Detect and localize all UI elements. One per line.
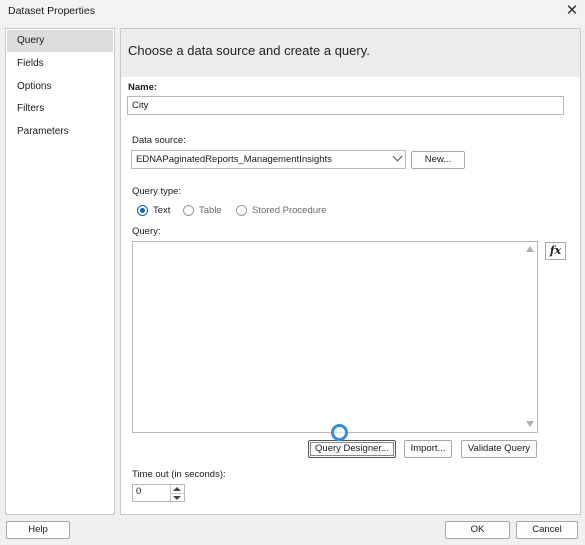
stepper-up-icon[interactable] (173, 487, 181, 491)
radio-text[interactable] (137, 205, 148, 216)
scroll-up-icon[interactable] (526, 246, 534, 252)
query-type-label: Query type: (132, 186, 182, 197)
chevron-down-icon (392, 151, 403, 162)
nav-item-options[interactable]: Options (7, 76, 113, 98)
query-label: Query: (132, 226, 161, 237)
validate-query-button[interactable]: Validate Query (461, 440, 537, 458)
data-source-label: Data source: (132, 135, 186, 146)
nav-item-query[interactable]: Query (7, 30, 113, 52)
page-title: Choose a data source and create a query. (128, 43, 370, 58)
query-scrollbar[interactable] (523, 242, 537, 432)
query-textarea[interactable] (132, 241, 538, 433)
close-icon[interactable]: ✕ (562, 2, 582, 20)
timeout-value: 0 (136, 486, 142, 497)
nav-item-filters[interactable]: Filters (7, 98, 113, 120)
help-button[interactable]: Help (6, 521, 70, 539)
nav-item-parameters[interactable]: Parameters (7, 121, 113, 143)
cancel-button[interactable]: Cancel (516, 521, 578, 539)
stepper-down-icon[interactable] (173, 496, 181, 500)
nav-panel: Query Fields Options Filters Parameters (5, 28, 115, 515)
ok-button[interactable]: OK (445, 521, 510, 539)
data-source-select[interactable]: EDNAPaginatedReports_ManagementInsights (131, 150, 406, 169)
new-data-source-button[interactable]: New... (411, 151, 465, 169)
scroll-down-icon[interactable] (526, 421, 534, 427)
query-designer-button[interactable]: Query Designer... (308, 440, 396, 458)
name-label: Name: (128, 82, 158, 93)
radio-text-label: Text (153, 205, 171, 216)
stepper-divider (171, 493, 184, 494)
radio-stored-procedure-label: Stored Procedure (252, 205, 327, 216)
cursor-indicator (331, 424, 348, 441)
nav-item-fields[interactable]: Fields (7, 53, 113, 75)
radio-stored-procedure[interactable] (236, 205, 247, 216)
radio-table-label: Table (199, 205, 222, 216)
window-title: Dataset Properties (8, 5, 95, 17)
expression-fx-button[interactable]: fx (545, 242, 566, 260)
name-field[interactable]: City (127, 96, 564, 115)
data-source-value: EDNAPaginatedReports_ManagementInsights (136, 154, 332, 165)
import-button[interactable]: Import... (404, 440, 452, 458)
timeout-label: Time out (in seconds): (132, 469, 226, 480)
radio-table[interactable] (183, 205, 194, 216)
